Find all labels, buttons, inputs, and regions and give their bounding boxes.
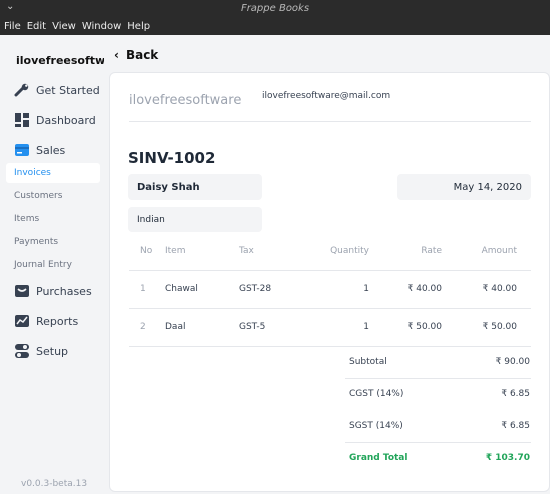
title-bar: ⌄ Frappe Books [0, 0, 550, 18]
invoice-company-name: ilovefreesoftware [129, 93, 242, 108]
sidebar-subitem-label: Invoices [14, 168, 51, 178]
table-bottom-divider [129, 346, 531, 347]
sidebar-item-purchases[interactable]: Purchases [14, 280, 92, 302]
sgst-label: SGST (14%) [349, 421, 403, 431]
app-version: v0.0.3-beta.13 [21, 479, 88, 489]
sidebar-subitem-customers[interactable]: Customers [6, 186, 100, 206]
grand-total-label: Grand Total [349, 453, 408, 463]
cgst-value: ₹ 6.85 [501, 389, 530, 399]
row-amount: ₹ 50.00 [482, 322, 517, 332]
reports-chart-icon [14, 313, 30, 329]
row-no: 1 [140, 284, 146, 294]
sidebar-item-label: Sales [36, 143, 66, 157]
column-header-no: No [140, 246, 153, 256]
row-divider [129, 308, 531, 309]
column-header-quantity: Quantity [330, 246, 369, 256]
sidebar-item-dashboard[interactable]: Dashboard [14, 109, 96, 131]
cgst-label: CGST (14%) [349, 389, 404, 399]
row-tax: GST-28 [239, 284, 272, 294]
row-rate: ₹ 50.00 [407, 322, 442, 332]
sidebar-item-sales[interactable]: Sales [14, 139, 65, 161]
menu-bar: File Edit View Window Help [0, 18, 550, 35]
sidebar-subitem-label: Items [14, 214, 40, 224]
sidebar-item-label: Setup [36, 344, 69, 358]
sidebar-item-label: Dashboard [36, 113, 96, 127]
subtotal-value: ₹ 90.00 [495, 357, 530, 367]
row-no: 2 [140, 322, 146, 332]
row-item: Chawal [165, 284, 198, 294]
sidebar-subitem-invoices[interactable]: Invoices [6, 163, 100, 183]
date-field[interactable]: May 14, 2020 [397, 174, 531, 200]
customer-field[interactable]: Daisy Shah [128, 174, 262, 200]
sidebar-subitem-items[interactable]: Items [6, 209, 100, 229]
sidebar-item-label: Reports [36, 314, 79, 328]
sgst-value: ₹ 6.85 [501, 421, 530, 431]
subtotal-label: Subtotal [349, 357, 387, 367]
sidebar-subitem-label: Journal Entry [14, 260, 72, 270]
table-header-divider [129, 270, 531, 271]
wrench-icon [14, 82, 30, 98]
sidebar-item-label: Purchases [36, 284, 92, 298]
sidebar: ilovefreesoftware Get Started Dashboard … [0, 35, 104, 494]
totals-divider [345, 378, 531, 379]
sidebar-item-reports[interactable]: Reports [14, 310, 78, 332]
grand-total-value: ₹ 103.70 [485, 453, 530, 463]
menu-view[interactable]: View [52, 21, 76, 32]
invoice-number: SINV-1002 [128, 149, 216, 167]
sidebar-subitem-label: Customers [14, 191, 63, 201]
column-header-item: Item [165, 246, 186, 256]
sidebar-company-name: ilovefreesoftware [16, 54, 104, 67]
sales-card-icon [14, 142, 30, 158]
purchases-box-icon [14, 283, 30, 299]
sidebar-item-label: Get Started [36, 83, 100, 97]
invoice-card: ilovefreesoftware ilovefreesoftware@mail… [109, 72, 550, 492]
setup-toggle-icon [14, 343, 30, 359]
menu-edit[interactable]: Edit [27, 21, 46, 32]
sidebar-subitem-label: Payments [14, 237, 59, 247]
row-quantity: 1 [363, 322, 369, 332]
back-label: Back [125, 48, 159, 62]
chevron-left-icon: ‹ [114, 48, 119, 62]
dashboard-icon [14, 112, 30, 128]
column-header-rate: Rate [421, 246, 442, 256]
column-header-amount: Amount [481, 246, 517, 256]
back-button[interactable]: ‹ Back [114, 48, 158, 62]
menu-window[interactable]: Window [82, 21, 121, 32]
sidebar-item-setup[interactable]: Setup [14, 340, 68, 362]
row-item: Daal [165, 322, 186, 332]
column-header-tax: Tax [239, 246, 254, 256]
window-title: Frappe Books [240, 3, 310, 14]
header-divider [129, 121, 531, 122]
menu-help[interactable]: Help [127, 21, 150, 32]
sidebar-subitem-journal-entry[interactable]: Journal Entry [6, 255, 100, 275]
row-amount: ₹ 40.00 [482, 284, 517, 294]
row-quantity: 1 [363, 284, 369, 294]
grand-total-divider [345, 442, 531, 443]
sidebar-subitem-payments[interactable]: Payments [6, 232, 100, 252]
place-of-supply-field[interactable]: Indian [128, 207, 262, 232]
row-tax: GST-5 [239, 322, 266, 332]
invoice-company-email: ilovefreesoftware@mail.com [262, 91, 391, 101]
row-rate: ₹ 40.00 [407, 284, 442, 294]
sidebar-item-get-started[interactable]: Get Started [14, 79, 100, 101]
menu-file[interactable]: File [4, 21, 21, 32]
